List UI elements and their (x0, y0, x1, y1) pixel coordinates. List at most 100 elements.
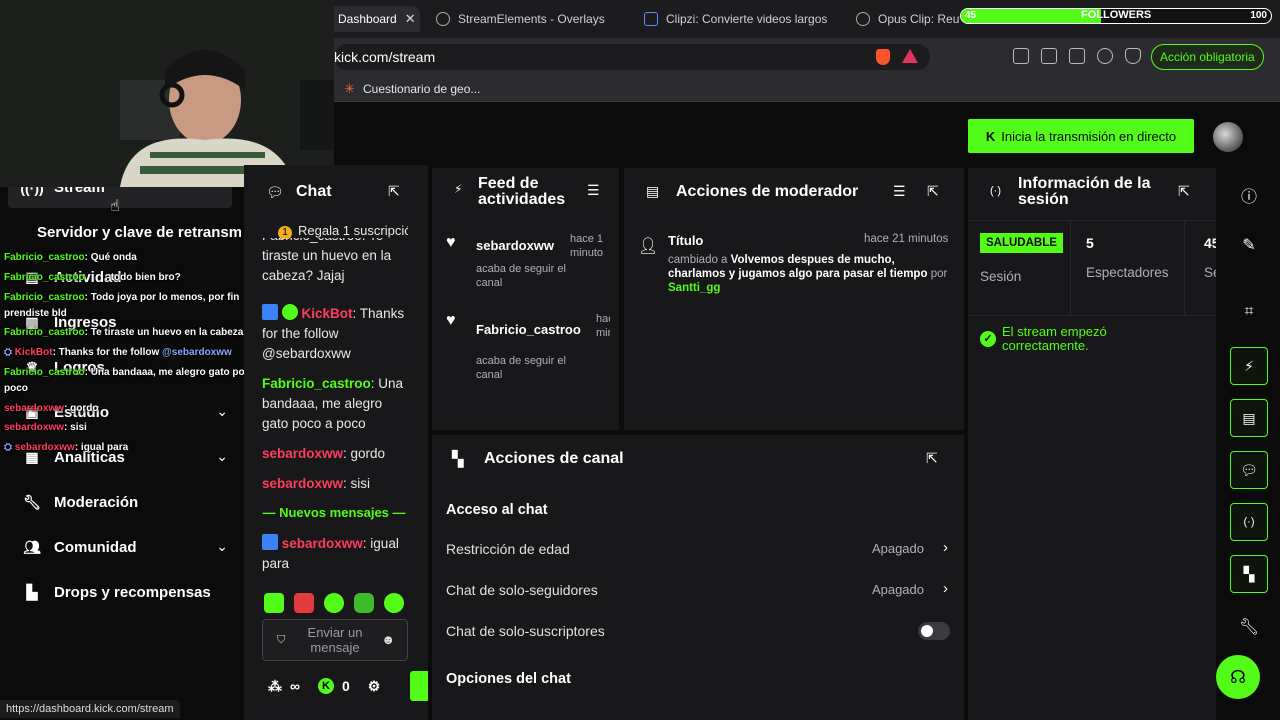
quick-action-bolt-button[interactable]: ⚡︎ (1230, 347, 1268, 385)
chevron-down-icon[interactable]: ⌄ (216, 403, 228, 420)
filter-icon[interactable]: ☰ (587, 182, 600, 199)
wrench-icon[interactable]: 🔧︎ (1238, 617, 1260, 637)
points-icon[interactable]: ⁂ (268, 678, 282, 695)
subscribers-only-toggle[interactable] (918, 622, 950, 640)
sidebar-item-server-key[interactable]: Servidor y clave de retransmisión (37, 224, 241, 241)
heart-icon: ♥ (446, 234, 456, 251)
status-label: Sesión (980, 269, 1022, 284)
pinned-gift-banner[interactable]: 1 Regala 1 suscripción (278, 223, 408, 239)
bot-badge-icon (262, 534, 278, 550)
sidebar-item-moderacion[interactable]: 🔧︎ Moderación (23, 494, 138, 511)
tab-label: StreamElements - Overlays (458, 12, 605, 26)
support-button[interactable]: ☊ (1216, 655, 1260, 699)
wallet-icon[interactable] (1069, 48, 1085, 64)
new-messages-divider[interactable]: — Nuevos mensajes — (254, 505, 414, 520)
popout-icon[interactable]: ⇱ (927, 183, 939, 200)
overlay-user: sebardoxww (4, 403, 65, 414)
followers-only-row[interactable]: Chat de solo-seguidores Apagado › (432, 576, 964, 604)
popout-icon[interactable]: ⇱ (926, 450, 938, 467)
chat-input-placeholder: Enviar un mensaje (307, 625, 363, 655)
channel-icon: ▚ (1243, 565, 1255, 582)
emote-icon[interactable] (324, 593, 344, 613)
drops-icon: ▙ (26, 584, 38, 600)
send-button[interactable] (410, 671, 428, 701)
channel-actions-title: Acciones de canal (484, 450, 624, 467)
section-chat-access: Acceso al chat (446, 502, 548, 518)
chevron-down-icon[interactable]: ⌄ (216, 538, 228, 555)
mod-actions-title: Acciones de moderador (676, 183, 859, 200)
chevron-down-icon[interactable]: ⌄ (216, 448, 228, 465)
feed-user[interactable]: Fabricio_castroo (476, 322, 581, 337)
quick-action-channel-button[interactable]: ▚ (1230, 555, 1268, 593)
emote-icon[interactable] (294, 593, 314, 613)
subscribers-only-row: Chat de solo-suscriptores (432, 617, 964, 645)
third-stat-label: Se (1204, 265, 1216, 280)
vpn-icon[interactable] (1125, 48, 1141, 64)
chat-input[interactable]: ⛉ Enviar un mensaje ☻ (262, 619, 408, 661)
url-field[interactable]: kick.com/stream (334, 44, 930, 70)
feed-action: acaba de seguir el canal (476, 263, 566, 289)
chat-bubble-icon: 💬︎ (1240, 461, 1258, 478)
go-live-button[interactable]: K Inicia la transmisión en directo (968, 119, 1194, 153)
brave-rewards-icon[interactable] (902, 49, 918, 63)
chat-user[interactable]: sebardoxww (282, 536, 363, 551)
quick-action-doc-button[interactable]: ▤ (1230, 399, 1268, 437)
info-icon[interactable]: ⓘ (1238, 183, 1260, 207)
emote-icon[interactable] (384, 593, 404, 613)
chat-user[interactable]: Fabricio_castroo (262, 376, 371, 391)
settings-gear-icon[interactable]: ⚙ (368, 678, 381, 695)
mod-entry-user[interactable]: Santti_gg (668, 282, 720, 294)
divider (1070, 221, 1071, 315)
bolt-icon: ⚡︎ (454, 182, 463, 196)
feed-user[interactable]: sebardoxww (476, 238, 554, 253)
chat-user[interactable]: sebardoxww (262, 446, 343, 461)
status-badge: SALUDABLE (980, 233, 1063, 253)
chat-user[interactable]: sebardoxww (262, 476, 343, 491)
kick-coin-icon[interactable]: K (317, 678, 334, 694)
feed-action: acaba de seguir el canal (476, 355, 566, 381)
webcam-figure (0, 0, 334, 187)
overlay-chat-line: Fabricio_castroo: Todo joya por lo menos… (4, 292, 239, 303)
brave-shield-icon[interactable] (876, 49, 890, 65)
overlay-mention: @sebardoxww (162, 347, 232, 358)
chat-user[interactable]: KickBot (302, 306, 353, 321)
emote-icon[interactable] (264, 593, 284, 613)
filter-icon[interactable]: ☰ (893, 183, 906, 200)
quick-action-broadcast-button[interactable]: (·) (1230, 503, 1268, 541)
tab-streamelements[interactable]: StreamElements - Overlays (436, 6, 626, 32)
avatar[interactable] (1213, 122, 1243, 152)
overlay-chat-line: prendiste bld (4, 308, 67, 319)
required-action-label: Acción obligatoria (1160, 50, 1255, 64)
section-chat-options: Opciones del chat (446, 671, 571, 687)
url-text: kick.com/stream (334, 49, 436, 65)
quick-action-chat-button[interactable]: 💬︎ (1230, 451, 1268, 489)
tab-opusclip[interactable]: Opus Clip: Reutil (856, 6, 960, 32)
emote-icon[interactable] (354, 593, 374, 613)
session-info-panel: (·) Información de la sesión ⇱ SALUDABLE… (968, 168, 1216, 720)
mod-entry-detail: cambiado a Volvemos despues de mucho, ch… (668, 253, 954, 295)
heart-icon: ♥ (446, 312, 456, 329)
popout-icon[interactable]: ⇱ (1178, 183, 1190, 200)
viewers-label: Espectadores (1086, 265, 1169, 280)
sidebar-icon[interactable] (1041, 48, 1057, 64)
sidebar-item-comunidad[interactable]: 👥︎ Comunidad (23, 539, 136, 556)
edit-icon[interactable]: ✎ (1238, 235, 1260, 255)
chat-message: sebardoxww: gordo (262, 444, 412, 464)
emoji-icon[interactable]: ☻ (381, 632, 395, 647)
bot-badge-icon (262, 304, 278, 320)
extensions-icon[interactable] (1013, 48, 1029, 64)
leo-ai-icon[interactable] (1097, 48, 1113, 64)
popout-icon[interactable]: ⇱ (388, 183, 400, 200)
overlay-chat-line: Fabricio_castroo: Te tiraste un huevo en… (4, 327, 274, 338)
overlay-text: : todo bien bro? (104, 272, 181, 283)
age-restriction-row[interactable]: Restricción de edad Apagado › (432, 535, 964, 563)
required-action-button[interactable]: Acción obligatoria (1151, 44, 1264, 70)
tab-clipzi[interactable]: Clipzi: Convierte videos largos en (644, 6, 830, 32)
bookmark-geo[interactable]: Cuestionario de geo... (363, 82, 480, 96)
sidebar-item-drops[interactable]: ▙ Drops y recompensas (24, 584, 211, 601)
row-value: Apagado (871, 541, 924, 556)
screenshot-icon[interactable]: ⌗ (1238, 303, 1260, 321)
close-icon[interactable]: ✕ (405, 11, 416, 27)
overlay-chat-line: Fabricio_castroo: Qué onda (4, 252, 137, 263)
overlay-user: Fabricio_castroo (4, 292, 85, 303)
